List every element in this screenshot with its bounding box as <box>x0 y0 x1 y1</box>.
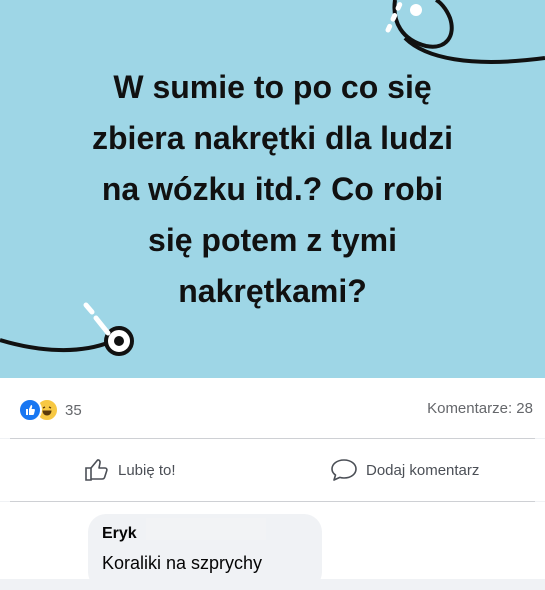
thumbs-up-icon <box>85 459 108 481</box>
post-text-line: zbiera nakrętki dla ludzi <box>92 120 453 156</box>
reactions-summary[interactable]: 35 <box>18 398 82 422</box>
post-text: W sumie to po co się zbiera nakrętki dla… <box>40 62 505 317</box>
comments-count-link[interactable]: Komentarze: 28 <box>427 400 533 417</box>
like-button[interactable]: Lubię to! <box>84 456 176 484</box>
comment-button[interactable]: Dodaj komentarz <box>330 456 479 484</box>
like-icon <box>18 398 42 422</box>
comment-text: Koraliki na szprychy <box>102 553 263 573</box>
redacted-name-area <box>146 518 266 540</box>
like-button-label: Lubię to! <box>118 461 176 479</box>
comment-bubble-icon <box>331 459 357 481</box>
post-text-line: nakrętkami? <box>178 273 367 309</box>
post-text-line: się potem z tymi <box>148 222 397 258</box>
comment-author[interactable]: Eryk <box>102 525 137 543</box>
post-text-line: na wózku itd.? Co robi <box>101 171 444 207</box>
post-text-line: W sumie to po co się <box>113 69 432 105</box>
post-background-banner: W sumie to po co się zbiera nakrętki dla… <box>0 0 545 378</box>
comment-button-label: Dodaj komentarz <box>366 461 480 479</box>
reaction-count: 35 <box>65 401 82 419</box>
